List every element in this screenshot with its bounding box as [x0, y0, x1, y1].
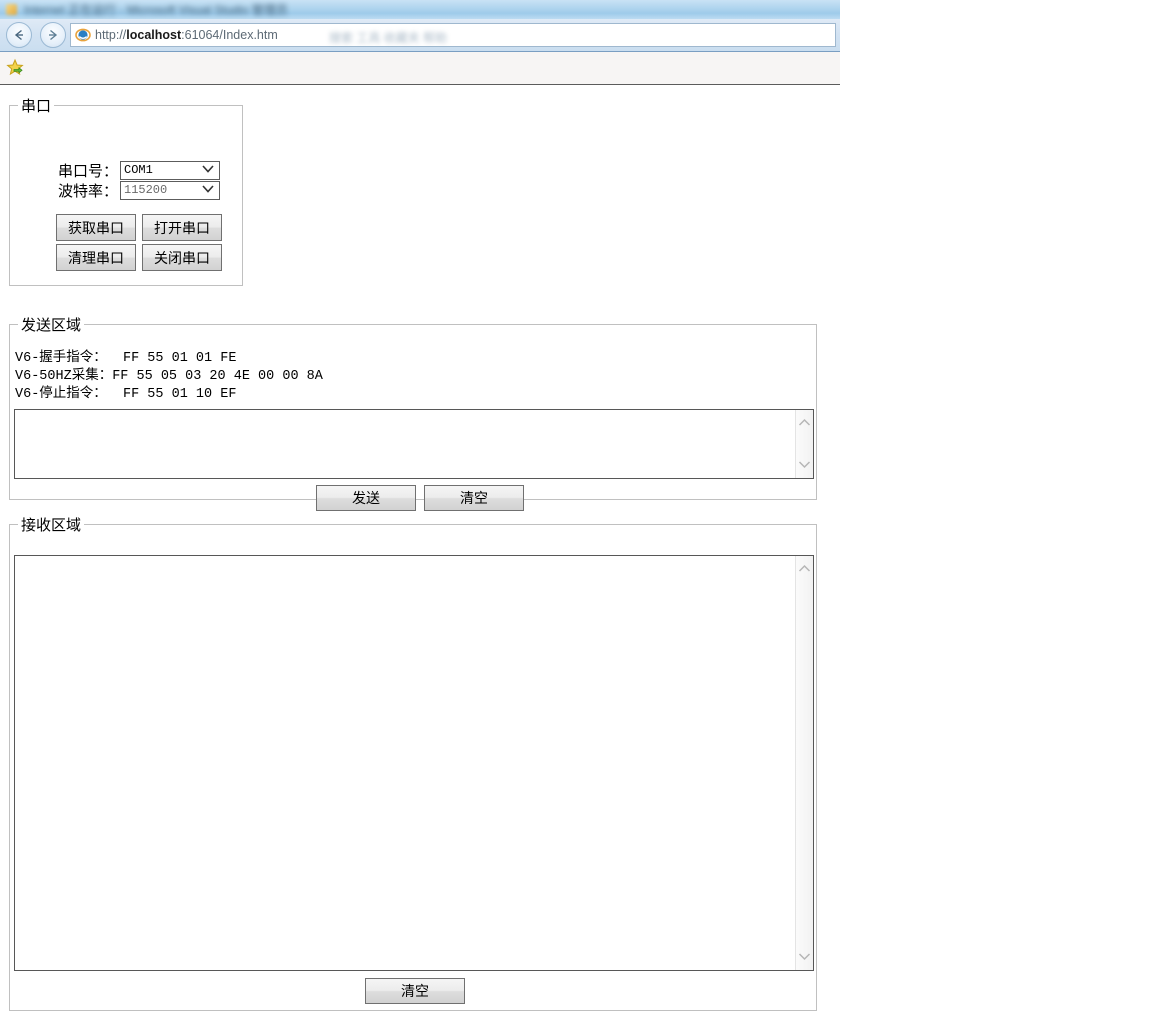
browser-window: Internet 正在运行 - Microsoft Visual Studio … [0, 0, 840, 86]
port-select[interactable]: COM1 [120, 160, 220, 180]
url-text: http://localhost:61064/Index.htm [95, 28, 278, 42]
serial-port-legend: 串口 [21, 99, 52, 115]
browser-titlebar: Internet 正在运行 - Microsoft Visual Studio … [0, 0, 840, 19]
add-to-favorites-star-icon[interactable] [5, 58, 25, 78]
receive-action-buttons: 清空 [365, 978, 465, 1004]
back-arrow-icon [14, 29, 23, 41]
url-path: :61064/Index.htm [181, 28, 278, 42]
send-action-buttons: 发送 清空 [316, 485, 524, 511]
receive-area-panel: 接收区域 清空 [9, 514, 817, 1011]
port-number-label: 串口号： [57, 163, 118, 180]
scroll-down-arrow-icon[interactable] [798, 456, 811, 474]
send-area-legend: 发送区域 [21, 318, 82, 334]
close-port-button[interactable]: 关闭串口 [142, 244, 222, 271]
address-bar[interactable]: http://localhost:61064/Index.htm 搜索 工具 收… [70, 23, 836, 47]
scroll-down-arrow-icon[interactable] [798, 948, 811, 966]
forward-button[interactable] [40, 22, 66, 48]
receive-textarea-scrollbar[interactable] [795, 556, 813, 970]
get-port-button[interactable]: 获取串口 [56, 214, 136, 241]
port-select-wrapper: COM1 [120, 160, 220, 180]
favorites-bar [0, 52, 840, 85]
receive-textarea[interactable] [15, 556, 796, 970]
page-content: 串口 串口号： COM1 波特率： 115200 获取串口 打开串口 清理串口 … [0, 86, 840, 1011]
serial-port-panel: 串口 串口号： COM1 波特率： 115200 获取串口 打开串口 清理串口 … [9, 95, 243, 286]
command-reference-list: V6-握手指令： FF 55 01 01 FE V6-50HZ采集：FF 55 … [15, 351, 323, 402]
browser-navigation-bar: http://localhost:61064/Index.htm 搜索 工具 收… [0, 19, 840, 52]
baud-select-wrapper: 115200 [120, 180, 220, 200]
serial-port-button-grid: 获取串口 打开串口 清理串口 关闭串口 [56, 214, 232, 274]
send-area-panel: 发送区域 V6-握手指令： FF 55 01 01 FE V6-50HZ采集：F… [9, 314, 817, 511]
clean-port-button[interactable]: 清理串口 [56, 244, 136, 271]
window-title: Internet 正在运行 - Microsoft Visual Studio … [24, 3, 288, 17]
send-clear-button[interactable]: 清空 [424, 485, 524, 511]
baud-rate-row: 波特率： 115200 [52, 180, 220, 200]
receive-area-legend: 接收区域 [21, 518, 82, 534]
internet-explorer-icon [75, 28, 91, 42]
send-textarea-scrollbar[interactable] [795, 410, 813, 478]
url-scheme: http:// [95, 28, 127, 42]
forward-arrow-icon [49, 29, 58, 41]
scroll-up-arrow-icon[interactable] [798, 414, 811, 432]
url-host: localhost [126, 28, 182, 42]
port-number-row: 串口号： COM1 [52, 160, 220, 180]
receive-clear-button[interactable]: 清空 [365, 978, 465, 1004]
baud-rate-label: 波特率： [57, 183, 118, 200]
back-button[interactable] [6, 22, 32, 48]
app-icon [6, 4, 17, 15]
baud-select[interactable]: 115200 [120, 180, 220, 200]
open-port-button[interactable]: 打开串口 [142, 214, 222, 241]
toolbar-blurred-text: 搜索 工具 收藏夹 帮助 [329, 31, 448, 45]
send-textarea[interactable] [15, 410, 796, 478]
send-button[interactable]: 发送 [316, 485, 416, 511]
receive-textarea-container[interactable] [14, 555, 814, 971]
scroll-up-arrow-icon[interactable] [798, 560, 811, 578]
send-textarea-container[interactable] [14, 409, 814, 479]
